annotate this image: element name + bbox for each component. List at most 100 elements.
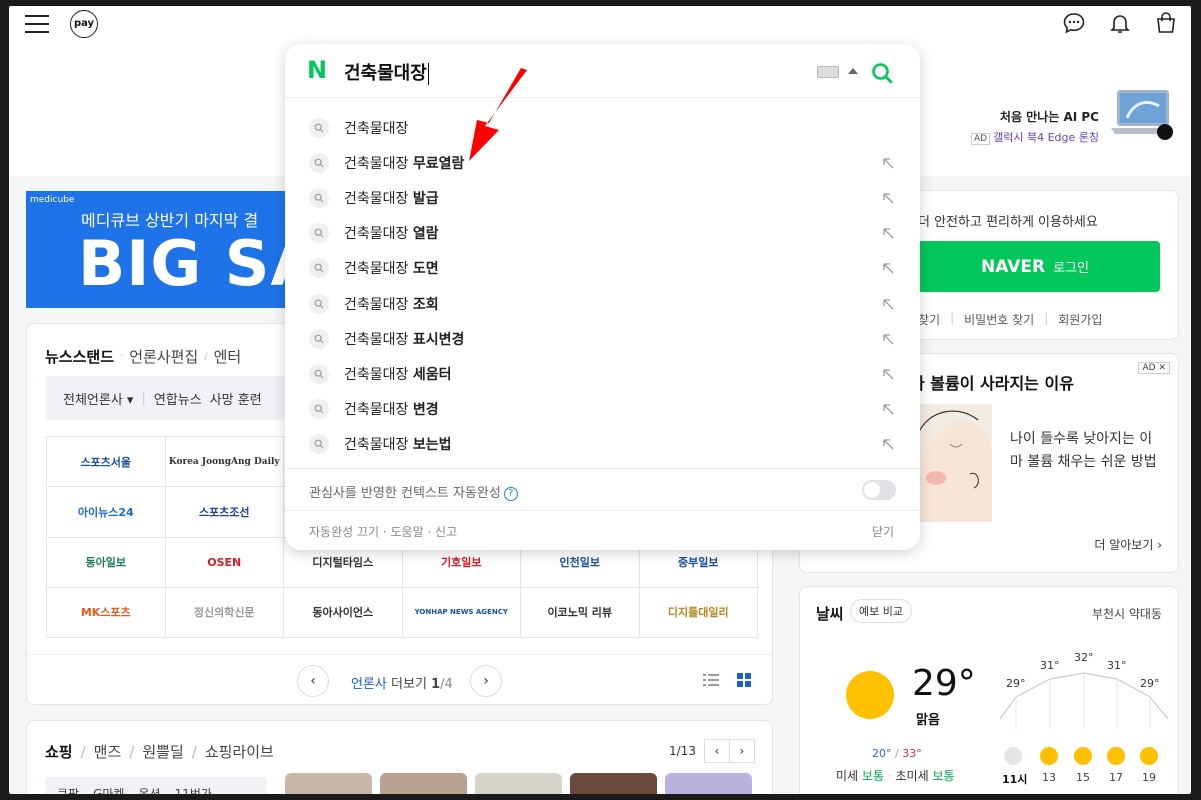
publisher-logo[interactable]: 정신의학신문 bbox=[165, 587, 284, 638]
autocomplete-footer-links[interactable]: 자동완성 끄기 · 도움말 · 신고 bbox=[309, 523, 457, 540]
fill-query-arrow-icon[interactable] bbox=[881, 226, 895, 240]
suggestion-base: 건축물대장 bbox=[344, 190, 413, 207]
fill-query-arrow-icon[interactable] bbox=[881, 437, 895, 451]
tab-entertainment[interactable]: 엔터 bbox=[214, 346, 242, 367]
sun-icon bbox=[1074, 747, 1092, 765]
suggestion-item[interactable]: 건축물대장 무료열람 bbox=[285, 145, 920, 180]
newsstand-footer: ‹ 언론사 더보기 1/4 › bbox=[27, 654, 772, 706]
suggestion-item[interactable]: 건축물대장 표시변경 bbox=[285, 321, 920, 356]
find-id-link[interactable]: 찾기 bbox=[918, 311, 940, 328]
suggestion-item[interactable]: 건축물대장 변경 bbox=[285, 392, 920, 427]
suggestion-extra: 도면 bbox=[412, 261, 439, 278]
shopping-tabs: 쇼핑 / 맨즈 / 원쁠딜 / 쇼핑라이브 bbox=[45, 741, 274, 762]
suggestion-item[interactable]: 건축물대장 세움터 bbox=[285, 356, 920, 391]
help-icon[interactable]: ? bbox=[503, 486, 518, 501]
sun-icon bbox=[1040, 747, 1058, 765]
fine-dust-value: 보통 bbox=[861, 769, 885, 783]
suggestion-item[interactable]: 건축물대장 보는법 bbox=[285, 427, 920, 462]
suggestion-base: 건축물대장 bbox=[344, 120, 409, 137]
cat-coupang[interactable]: 쿠팡 bbox=[57, 785, 79, 794]
cat-11st[interactable]: 11번가 bbox=[175, 785, 212, 794]
search-input[interactable]: 건축물대장 bbox=[344, 59, 430, 85]
tab-newsstand[interactable]: 뉴스스탠드 bbox=[45, 346, 114, 367]
product-thumbnail[interactable] bbox=[285, 773, 372, 794]
search-icon[interactable] bbox=[871, 62, 893, 84]
close-dropdown-button[interactable]: 닫기 bbox=[872, 523, 894, 540]
shopping-bag-icon[interactable] bbox=[1153, 10, 1179, 36]
close-icon[interactable]: ✕ bbox=[1158, 363, 1166, 373]
product-thumbnail[interactable] bbox=[570, 773, 657, 794]
suggestion-list: 건축물대장 건축물대장 무료열람 건축물대장 발급 건축물대장 열람 건축물대장 도면 건… bbox=[285, 110, 920, 462]
fill-query-arrow-icon[interactable] bbox=[881, 402, 895, 416]
grid-view-icon[interactable] bbox=[737, 673, 751, 687]
publisher-logo[interactable]: 스포츠서울 bbox=[47, 437, 166, 488]
product-thumbnail[interactable] bbox=[665, 773, 752, 794]
suggestion-item[interactable]: 건축물대장 조회 bbox=[285, 286, 920, 321]
filter-headline[interactable]: 사망 훈련 bbox=[210, 389, 262, 408]
suggestion-item[interactable]: 건축물대장 열람 bbox=[285, 216, 920, 251]
suggestion-extra: 무료열람 bbox=[412, 155, 465, 172]
publisher-logo[interactable]: Korea JoongAng Daily bbox=[165, 437, 284, 488]
shopping-next-button[interactable]: › bbox=[728, 739, 755, 763]
pay-logo[interactable]: pay bbox=[70, 10, 98, 38]
tab-shopping-live[interactable]: 쇼핑라이브 bbox=[205, 741, 274, 762]
weather-location[interactable]: 부천시 약대동 bbox=[1092, 605, 1162, 622]
suggestion-base: 건축물대장 bbox=[344, 155, 413, 172]
next-page-button[interactable]: › bbox=[470, 665, 502, 697]
publisher-logo[interactable]: 아이뉴스24 bbox=[47, 487, 166, 538]
search-query-text: 건축물대장 bbox=[344, 63, 427, 84]
shopping-prev-button[interactable]: ‹ bbox=[703, 739, 730, 763]
fill-query-arrow-icon[interactable] bbox=[881, 261, 895, 275]
publisher-logo[interactable]: 스포츠조선 bbox=[165, 487, 284, 538]
weather-title: 날씨 bbox=[816, 605, 844, 623]
cat-auction[interactable]: 옥션 bbox=[138, 785, 160, 794]
weather-panel: 날씨 예보 비교 부천시 약대동 29° 맑음 20° / 33° 미세 보통 … bbox=[799, 586, 1179, 794]
sun-icon bbox=[1140, 747, 1158, 765]
list-view-icon[interactable] bbox=[703, 673, 719, 687]
publisher-logo[interactable]: 동아일보 bbox=[47, 537, 166, 588]
publisher-logo[interactable]: OSEN bbox=[165, 537, 284, 588]
naver-login-button[interactable]: NAVER 로그인 bbox=[910, 241, 1160, 292]
fill-query-arrow-icon[interactable] bbox=[881, 332, 895, 346]
forecast-compare-button[interactable]: 예보 비교 bbox=[850, 599, 912, 623]
product-thumbnail[interactable] bbox=[475, 773, 562, 794]
bell-icon[interactable] bbox=[1107, 10, 1133, 36]
pager-current: 1 bbox=[431, 677, 441, 692]
laptop-ad[interactable]: 처음 만나는 AI PC AD 갤럭시 북4 Edge 론칭 bbox=[969, 108, 1099, 145]
publisher-logo[interactable]: 이코노믹 리뷰 bbox=[521, 587, 640, 638]
naver-n-logo[interactable]: N bbox=[307, 58, 329, 82]
hour-label: 17 bbox=[1109, 771, 1123, 784]
shopping-pager: 1/13 ‹ › bbox=[669, 739, 755, 763]
publisher-logo[interactable]: YONHAP NEWS AGENCY bbox=[402, 587, 521, 638]
cat-gmarket[interactable]: G마켓 bbox=[93, 785, 124, 794]
tab-mens[interactable]: 맨즈 bbox=[94, 741, 122, 762]
keyboard-icon[interactable] bbox=[817, 66, 839, 78]
learn-more-link[interactable]: 더 알아보기 › bbox=[1094, 536, 1162, 553]
tab-shopping[interactable]: 쇼핑 bbox=[45, 741, 73, 762]
fill-query-arrow-icon[interactable] bbox=[881, 191, 895, 205]
suggestion-item[interactable]: 건축물대장 도면 bbox=[285, 251, 920, 286]
signup-link[interactable]: 회원가입 bbox=[1058, 311, 1102, 328]
fill-query-arrow-icon[interactable] bbox=[881, 367, 895, 381]
context-autocomplete-toggle[interactable] bbox=[862, 480, 896, 500]
filter-yonhap[interactable]: 연합뉴스 bbox=[154, 389, 202, 408]
find-password-link[interactable]: 비밀번호 찾기 bbox=[964, 311, 1034, 328]
product-thumbnail[interactable] bbox=[380, 773, 467, 794]
fill-query-arrow-icon[interactable] bbox=[881, 297, 895, 311]
suggestion-item[interactable]: 건축물대장 bbox=[285, 110, 920, 145]
tab-oneplusdeal[interactable]: 원쁠딜 bbox=[142, 741, 183, 762]
publisher-logo[interactable]: MK스포츠 bbox=[47, 587, 166, 638]
fill-query-arrow-icon[interactable] bbox=[881, 156, 895, 170]
chat-icon[interactable] bbox=[1061, 10, 1087, 36]
publisher-logo[interactable]: 동아사이언스 bbox=[284, 587, 403, 638]
suggestion-item[interactable]: 건축물대장 발급 bbox=[285, 180, 920, 215]
prev-page-button[interactable]: ‹ bbox=[297, 665, 329, 697]
suggestion-base: 건축물대장 bbox=[344, 226, 413, 243]
tab-press-edit[interactable]: 언론사편집 bbox=[129, 346, 198, 367]
collapse-arrow-icon[interactable] bbox=[848, 68, 858, 74]
shopping-thumbnails bbox=[285, 773, 752, 794]
promo-banner[interactable]: medicube 메디큐브 상반기 마지막 결 BIG SA bbox=[26, 191, 296, 308]
publisher-logo[interactable]: 디지틀대일리 bbox=[639, 587, 758, 638]
filter-all-press[interactable]: 전체언론사 ▾ bbox=[63, 389, 133, 408]
menu-icon[interactable] bbox=[25, 15, 49, 33]
